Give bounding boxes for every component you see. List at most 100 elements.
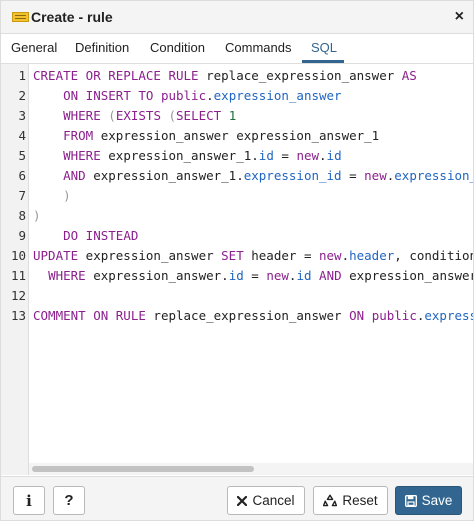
code-token: =	[341, 168, 365, 183]
code-token: expression_answer.	[85, 268, 229, 283]
code-token: ON INSERT TO	[63, 88, 154, 103]
code-line[interactable]: CREATE OR REPLACE RULE replace_expressio…	[33, 66, 417, 86]
reset-label: Reset	[342, 493, 378, 508]
rule-icon	[12, 12, 29, 22]
code-token: expression_id	[243, 168, 342, 183]
close-icon	[237, 495, 248, 506]
code-token: id	[296, 268, 312, 283]
line-number: 4	[18, 128, 26, 143]
code-token: EXISTS	[115, 108, 161, 123]
code-line[interactable]: DO INSTEAD	[33, 226, 138, 246]
tab-definition[interactable]: Definition	[75, 40, 129, 55]
code-token: .	[206, 88, 214, 103]
code-line[interactable]: )	[33, 186, 71, 206]
close-icon[interactable]: ×	[455, 8, 464, 26]
line-number: 8	[18, 208, 26, 223]
code-token: public	[160, 88, 207, 103]
code-token: DO INSTEAD	[63, 228, 139, 243]
code-line[interactable]: )	[33, 206, 41, 226]
code-token: )	[63, 188, 71, 203]
code-token: =	[243, 268, 267, 283]
tab-commands[interactable]: Commands	[225, 40, 291, 55]
code-token: expression_answer_1.	[85, 168, 244, 183]
line-number: 7	[18, 188, 26, 203]
code-token: expression_answer	[78, 248, 222, 263]
code-token: (	[108, 108, 116, 123]
code-token: expression_answer	[341, 268, 473, 283]
code-line[interactable]: AND expression_answer_1.expression_id = …	[33, 166, 473, 186]
cancel-label: Cancel	[252, 493, 295, 508]
code-token: WHERE	[48, 268, 86, 283]
info-icon: i	[26, 491, 32, 510]
code-token: new	[296, 148, 320, 163]
code-line[interactable]: WHERE (EXISTS (SELECT 1	[33, 106, 236, 126]
code-token: expression_answer	[424, 308, 473, 323]
dialog-title: Create - rule	[31, 9, 113, 25]
code-token: new	[364, 168, 387, 183]
code-token: expression_answer expression_answer_1	[93, 128, 380, 143]
code-token: , condition	[394, 248, 473, 263]
tab-bar: General Definition Condition Commands SQ…	[1, 34, 473, 64]
code-token: id	[258, 148, 274, 163]
line-number: 9	[18, 228, 26, 243]
code-token: .	[341, 248, 350, 263]
code-line[interactable]: WHERE expression_answer_1.id = new.id	[33, 146, 342, 166]
code-line[interactable]: UPDATE expression_answer SET header = ne…	[33, 246, 473, 266]
code-token: 1	[228, 108, 237, 123]
code-token: )	[33, 208, 41, 223]
tab-sql[interactable]: SQL	[311, 40, 337, 55]
cancel-button[interactable]: Cancel	[227, 486, 305, 515]
code-line[interactable]: WHERE expression_answer.id = new.id AND …	[33, 266, 473, 286]
title-bar[interactable]: Create - rule ×	[1, 1, 473, 34]
help-button[interactable]: ?	[53, 486, 85, 515]
code-token: replace_expression_answer	[145, 308, 350, 323]
line-number: 10	[10, 248, 26, 263]
code-token: WHERE	[63, 148, 101, 163]
code-line[interactable]: ON INSERT TO public.expression_answer	[33, 86, 341, 106]
line-number: 6	[18, 168, 26, 183]
line-number: 12	[10, 288, 26, 303]
code-token: header	[349, 248, 395, 263]
save-button[interactable]: Save	[395, 486, 462, 515]
code-line[interactable]: FROM expression_answer expression_answer…	[33, 126, 379, 146]
help-icon: ?	[64, 492, 74, 509]
code-token: WHERE	[63, 108, 101, 123]
save-label: Save	[421, 493, 453, 508]
code-token: AS	[401, 68, 417, 83]
code-token: new	[319, 248, 342, 263]
tab-general[interactable]: General	[11, 40, 57, 55]
code-line[interactable]: COMMENT ON RULE replace_expression_answe…	[33, 306, 473, 326]
sql-editor[interactable]: 1 2 3 4 5 6 7 8 9 10 11 12 13 CREATE OR …	[1, 64, 473, 475]
reset-button[interactable]: Reset	[313, 486, 388, 515]
horizontal-scrollbar-thumb[interactable]	[32, 466, 254, 472]
code-token: public	[371, 308, 417, 323]
code-token: .	[319, 148, 327, 163]
info-button[interactable]: i	[13, 486, 45, 515]
line-number: 13	[10, 308, 26, 323]
code-token: AND	[319, 268, 342, 283]
floppy-disk-icon	[404, 494, 417, 507]
code-token: SELECT	[176, 108, 222, 123]
code-token: replace_expression_answer	[198, 68, 402, 83]
code-token: SET	[221, 248, 244, 263]
code-token: header =	[243, 248, 319, 263]
code-token: expression_answer_1.	[100, 148, 259, 163]
tab-condition[interactable]: Condition	[150, 40, 205, 55]
line-number: 3	[18, 108, 26, 123]
code-token: FROM	[63, 128, 94, 143]
line-number: 1	[18, 68, 26, 83]
code-token: =	[273, 148, 297, 163]
code-token: COMMENT ON RULE	[33, 308, 146, 323]
